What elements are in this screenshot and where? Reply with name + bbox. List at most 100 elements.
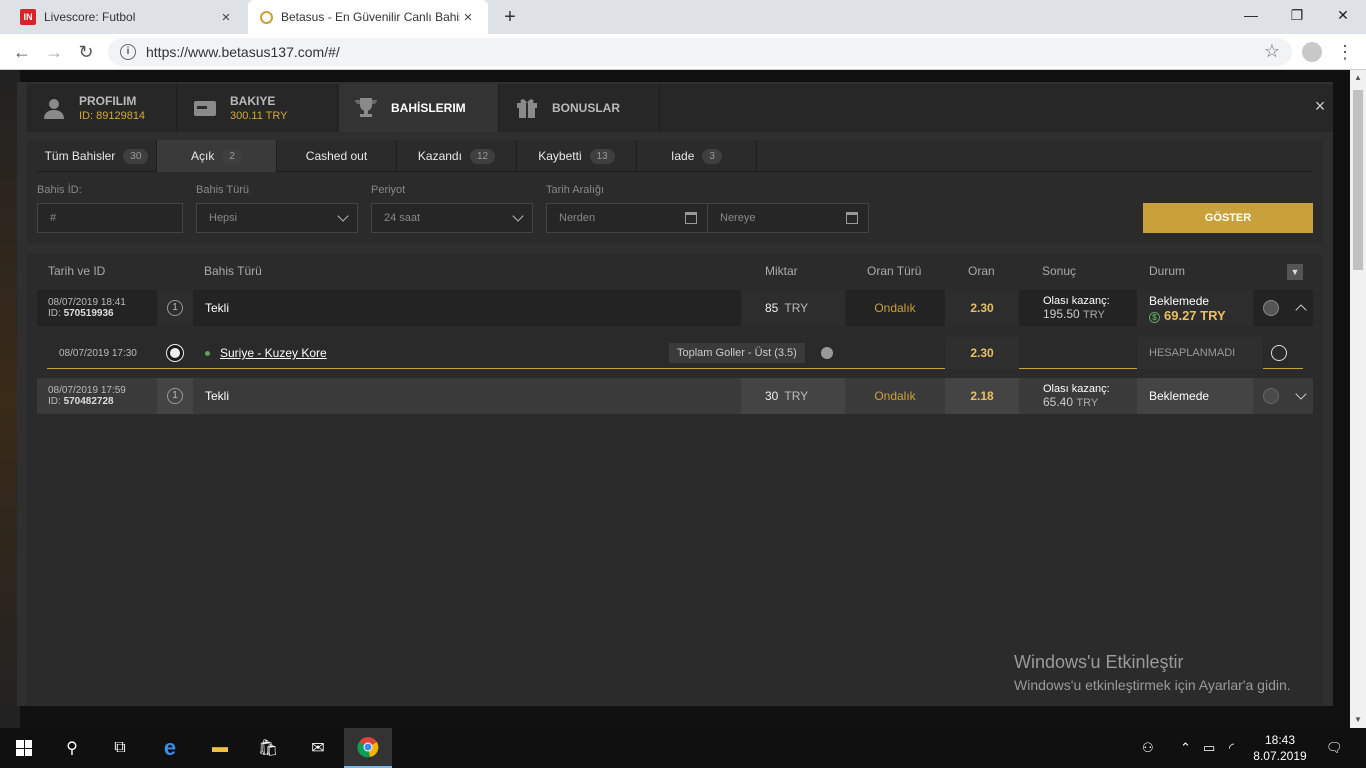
match-link[interactable]: Suriye - Kuzey Kore — [205, 337, 327, 369]
possible-winnings-value: 195.50 — [1043, 307, 1080, 321]
bet-date: 08/07/2019 18:41 — [48, 297, 126, 308]
status-text: Beklemede — [1149, 389, 1210, 403]
calendar-icon[interactable] — [846, 212, 858, 224]
mail-icon[interactable]: ✉ — [294, 728, 342, 768]
browser-tab-betasus[interactable]: Betasus - En Güvenilir Canlı Bahis × — [248, 0, 488, 34]
bet-filters: Tüm Bahisler 30 Açık 2 Cashed out Kazand… — [27, 140, 1323, 244]
filter-tab-refund[interactable]: Iade 3 — [637, 140, 757, 172]
selection-clock[interactable] — [1263, 337, 1295, 369]
bet-id-input[interactable]: # — [37, 203, 183, 233]
filter-tab-open[interactable]: Açık 2 — [157, 140, 277, 172]
date-from-input[interactable]: Nerden — [546, 203, 708, 233]
filter-tab-all[interactable]: Tüm Bahisler 30 — [37, 140, 157, 172]
gift-icon — [514, 95, 540, 121]
people-icon[interactable]: ⚇ — [1142, 728, 1154, 768]
back-icon[interactable]: ← — [10, 40, 34, 64]
close-tab-icon[interactable]: × — [218, 9, 234, 26]
bet-type-select[interactable]: Hepsi — [196, 203, 358, 233]
chevron-down-icon — [512, 210, 524, 222]
file-explorer-icon[interactable]: ▬ — [196, 728, 244, 768]
selection-count: 1 — [157, 290, 193, 326]
show-button[interactable]: GÖSTER — [1143, 203, 1313, 233]
clock-icon — [1263, 388, 1279, 404]
odds-type: Ondalık — [874, 301, 916, 315]
bet-date-id: 08/07/2019 18:41 ID: 570519936 — [48, 290, 126, 326]
account-tabs: PROFILIM ID: 89129814 BAKIYE 300.11 TRY … — [27, 84, 1333, 132]
tray-chevron-up-icon[interactable]: ⌃ — [1180, 728, 1191, 768]
collapse-row[interactable] — [1289, 290, 1313, 326]
header-odds-type: Oran Türü — [867, 264, 922, 278]
cashout-button[interactable]: $69.27 TRY — [1149, 308, 1226, 323]
store-icon[interactable]: 🛍 — [244, 728, 292, 768]
minimize-icon[interactable]: — — [1228, 0, 1274, 30]
site-info-icon[interactable]: i — [120, 44, 136, 60]
expand-all-icon[interactable]: ▼ — [1287, 264, 1303, 280]
filter-tab-label: Kazandı — [417, 149, 462, 163]
header-date-id: Tarih ve ID — [48, 264, 106, 278]
browser-tab-livescore[interactable]: IN Livescore: Futbol × — [8, 0, 246, 34]
chrome-icon[interactable] — [344, 728, 392, 768]
tab-bonuses[interactable]: BONUSLAR — [500, 84, 660, 132]
address-bar[interactable]: i https://www.betasus137.com/#/ ☆ — [108, 38, 1292, 66]
period-value: 24 saat — [384, 212, 421, 224]
filter-tab-label: Kaybetti — [538, 149, 582, 163]
forward-icon[interactable]: → — [42, 40, 66, 64]
close-modal-icon[interactable]: × — [1310, 96, 1330, 116]
close-tab-icon[interactable]: × — [460, 9, 476, 26]
tab-balance[interactable]: BAKIYE 300.11 TRY — [178, 84, 338, 132]
amount-value: 85 — [765, 301, 779, 315]
filter-tab-won[interactable]: Kazandı 12 — [397, 140, 517, 172]
start-button[interactable] — [0, 728, 48, 768]
period-select[interactable]: 24 saat — [371, 203, 533, 233]
new-tab-icon[interactable]: + — [498, 4, 522, 30]
close-window-icon[interactable]: ✕ — [1320, 0, 1366, 30]
bookmark-star-icon[interactable]: ☆ — [1264, 41, 1280, 62]
search-icon[interactable]: ⚲ — [48, 728, 96, 768]
my-bets-modal: PROFILIM ID: 89129814 BAKIYE 300.11 TRY … — [17, 82, 1333, 706]
table-row[interactable]: 08/07/2019 17:59 ID: 570482728 1 Tekli 3… — [37, 378, 1313, 414]
filter-tab-lost[interactable]: Kaybetti 13 — [517, 140, 637, 172]
history-clock[interactable] — [1253, 290, 1289, 326]
filter-tab-cashed-out[interactable]: Cashed out — [277, 140, 397, 172]
trophy-icon — [353, 95, 379, 121]
taskbar-clock[interactable]: 18:43 8.07.2019 — [1248, 732, 1312, 764]
watermark-subtitle: Windows'u etkinleştirmek için Ayarlar'a … — [1014, 677, 1291, 693]
header-amount: Miktar — [765, 264, 798, 278]
table-row[interactable]: 08/07/2019 18:41 ID: 570519936 1 Tekli 8… — [37, 290, 1313, 326]
calendar-icon[interactable] — [685, 212, 697, 224]
page-scrollbar[interactable]: ▲ ▼ — [1350, 70, 1366, 728]
expand-row[interactable] — [1289, 378, 1313, 414]
filter-tabs: Tüm Bahisler 30 Açık 2 Cashed out Kazand… — [37, 140, 1313, 172]
possible-winnings-label: Olası kazanç: — [1043, 295, 1110, 307]
possible-winnings: Olası kazanç: 195.50 TRY — [1019, 290, 1137, 326]
tab-profile[interactable]: PROFILIM ID: 89129814 — [27, 84, 177, 132]
possible-winnings-label: Olası kazanç: — [1043, 383, 1110, 395]
windows-taskbar: ⚲ ⧉ e ▬ 🛍 ✉ ⚇ ⌃ ▭ ◜ 18:43 8.07.2019 🗨 — [0, 728, 1366, 768]
task-view-icon[interactable]: ⧉ — [96, 728, 144, 768]
bet-id-prefix: ID: — [48, 396, 61, 407]
scroll-thumb[interactable] — [1353, 90, 1363, 270]
restore-icon[interactable]: ❐ — [1274, 0, 1320, 30]
menu-kebab-icon[interactable]: ⋮ — [1336, 42, 1354, 62]
amount-currency: TRY — [784, 301, 809, 315]
bet-id: 570482728 — [63, 396, 114, 407]
info-icon[interactable] — [821, 347, 833, 359]
tab-my-bets[interactable]: BAHİSLERIM — [339, 84, 499, 132]
clock-icon — [1271, 345, 1287, 361]
history-clock[interactable] — [1253, 378, 1289, 414]
filter-tab-label: Açık — [191, 149, 215, 163]
wallet-icon — [192, 95, 218, 121]
date-to-input[interactable]: Nereye — [707, 203, 869, 233]
battery-icon[interactable]: ▭ — [1203, 728, 1215, 768]
scroll-up-icon[interactable]: ▲ — [1350, 70, 1366, 86]
profile-avatar[interactable] — [1302, 42, 1322, 62]
edge-icon[interactable]: e — [146, 728, 194, 768]
reload-icon[interactable]: ↻ — [74, 40, 98, 64]
balance-value: 300.11 TRY — [230, 110, 288, 122]
scroll-down-icon[interactable]: ▼ — [1350, 712, 1366, 728]
odds-value: 2.18 — [945, 378, 1019, 414]
possible-winnings-currency: TRY — [1076, 397, 1099, 409]
bet-type-label: Bahis Türü — [196, 184, 249, 196]
wifi-icon[interactable]: ◜ — [1229, 728, 1234, 768]
notifications-icon[interactable]: 🗨 — [1326, 728, 1343, 768]
